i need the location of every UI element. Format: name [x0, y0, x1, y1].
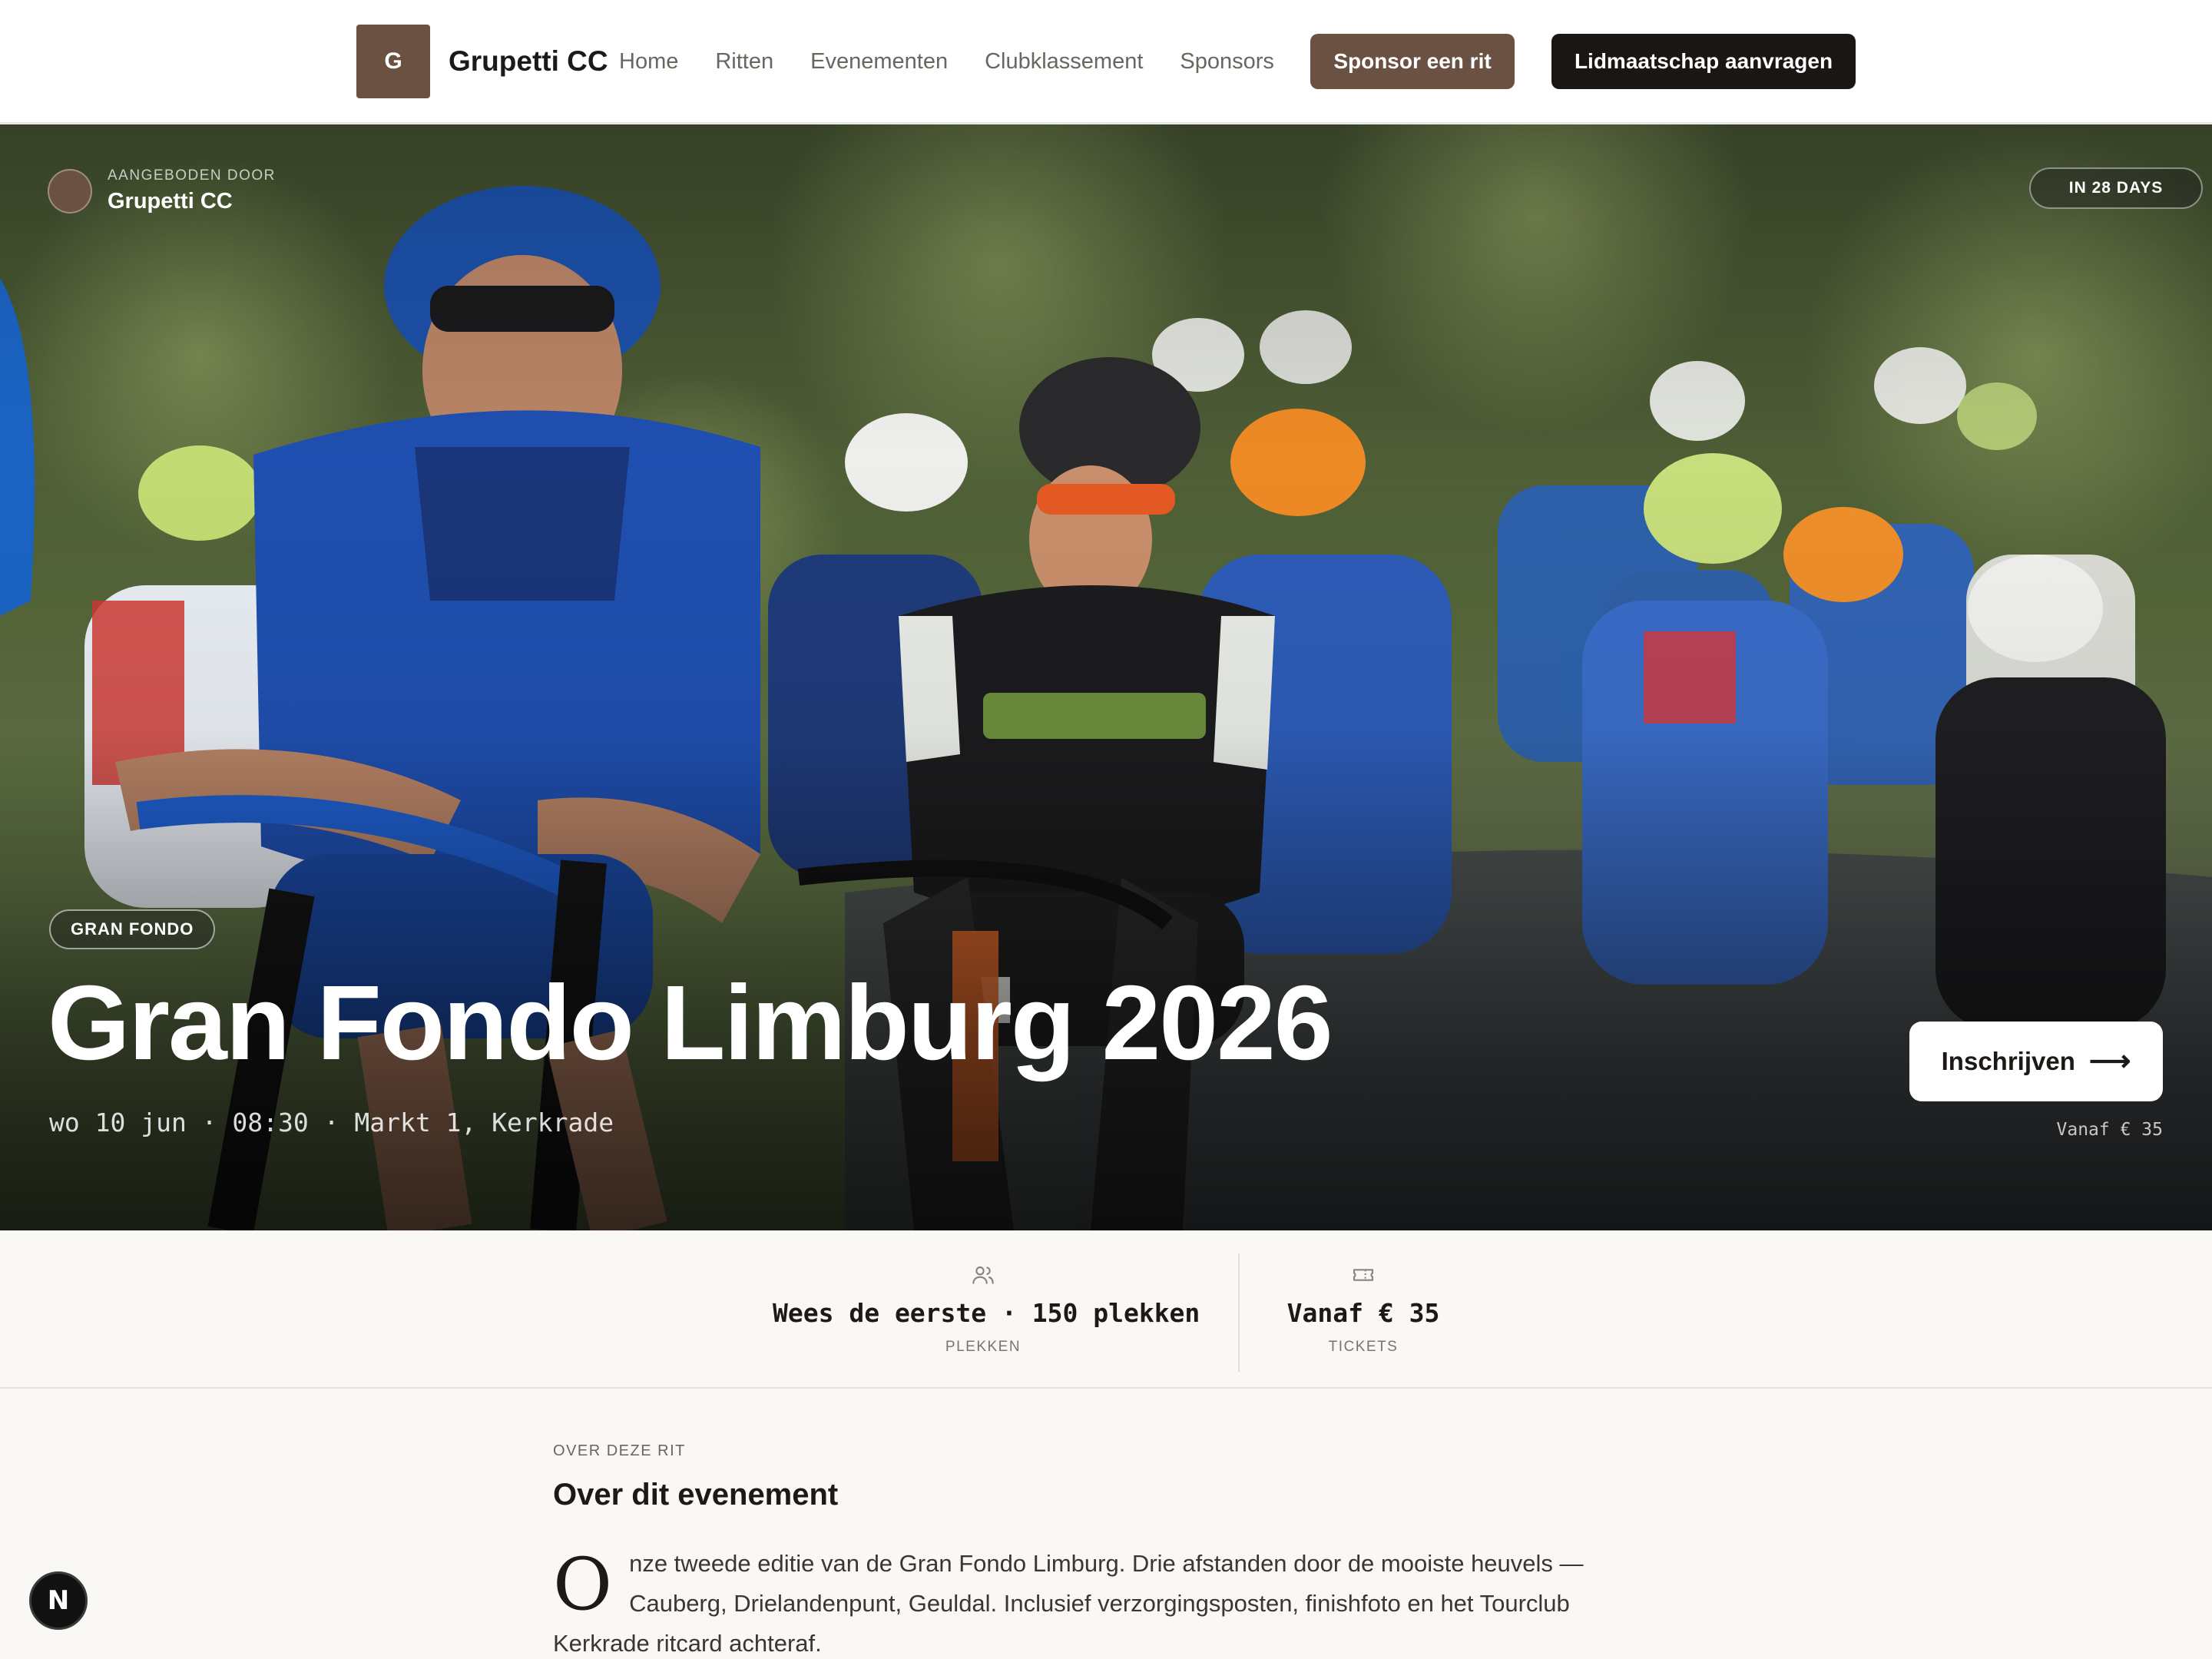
- event-meta: wo 10 jun · 08:30 · Markt 1, Kerkrade: [49, 1108, 614, 1137]
- about-body: Onze tweede editie van de Gran Fondo Lim…: [553, 1544, 1644, 1659]
- arrow-right-icon: ⟶: [2088, 1045, 2131, 1078]
- nav-link-evenementen[interactable]: Evenementen: [810, 45, 948, 78]
- event-title: Gran Fondo Limburg 2026: [48, 964, 1333, 1082]
- about-eyebrow: OVER DEZE RIT: [553, 1442, 686, 1459]
- about-body-text: nze tweede editie van de Gran Fondo Limb…: [553, 1550, 1584, 1657]
- offered-by-label: AANGEBODEN DOOR: [108, 167, 276, 184]
- register-button-label: Inschrijven: [1941, 1047, 2075, 1075]
- nav-link-home[interactable]: Home: [619, 45, 678, 78]
- host-name[interactable]: Grupetti CC: [108, 189, 233, 214]
- event-type-badge: GRAN FONDO: [49, 909, 216, 949]
- price-note: Vanaf € 35: [2056, 1120, 2163, 1140]
- stat-tickets: Vanaf € 35 TICKETS: [1275, 1263, 1452, 1356]
- nav-link-clubklassement[interactable]: Clubklassement: [985, 45, 1143, 78]
- sponsor-ride-button[interactable]: Sponsor een rit: [1310, 34, 1515, 89]
- brand-logo[interactable]: G: [356, 25, 430, 98]
- host-avatar[interactable]: [48, 169, 92, 214]
- countdown-badge: IN 28 DAYS: [2029, 167, 2203, 209]
- nav-link-sponsors[interactable]: Sponsors: [1180, 45, 1274, 78]
- brand-name[interactable]: Grupetti CC: [449, 43, 608, 80]
- stat-spots-value: Wees de eerste · 150 plekken: [773, 1298, 1200, 1328]
- top-navigation: G Grupetti CC Home Ritten Evenementen Cl…: [0, 0, 2212, 124]
- membership-request-button[interactable]: Lidmaatschap aanvragen: [1551, 34, 1856, 89]
- drop-cap: O: [553, 1543, 613, 1627]
- stats-divider: [1238, 1253, 1240, 1372]
- stat-tickets-label: TICKETS: [1328, 1339, 1399, 1355]
- event-hero: AANGEBODEN DOOR Grupetti CC IN 28 DAYS G…: [0, 124, 2212, 1230]
- ticket-icon: [1353, 1269, 1374, 1281]
- register-button[interactable]: Inschrijven ⟶: [1909, 1022, 2163, 1101]
- stat-tickets-value: Vanaf € 35: [1286, 1298, 1440, 1328]
- nav-link-ritten[interactable]: Ritten: [715, 45, 773, 78]
- about-title: Over dit evenement: [553, 1478, 839, 1512]
- dev-tools-badge[interactable]: N: [29, 1571, 88, 1630]
- stat-spots-label: PLEKKEN: [945, 1339, 1022, 1355]
- main-menu: Home Ritten Evenementen Clubklassement S…: [619, 45, 1274, 78]
- stat-spots: Wees de eerste · 150 plekken PLEKKEN: [773, 1263, 1200, 1356]
- event-stats-bar: Wees de eerste · 150 plekken PLEKKEN Van…: [0, 1230, 2212, 1389]
- users-icon: [972, 1266, 994, 1284]
